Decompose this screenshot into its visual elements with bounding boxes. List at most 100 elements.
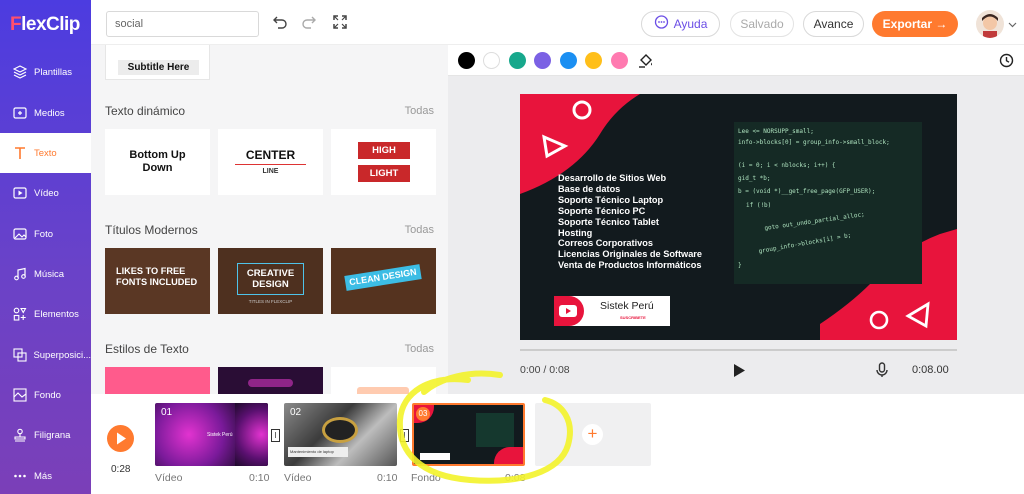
redo-icon[interactable]	[301, 14, 317, 30]
sidebar-item-label: Filigrana	[34, 429, 71, 441]
color-swatch-yellow[interactable]	[585, 52, 602, 69]
sidebar-item-elementos[interactable]: Elementos	[0, 294, 91, 334]
sidebar-item-mas[interactable]: Más	[0, 456, 91, 494]
divider	[235, 164, 306, 165]
preview-area: Lee <= NORSUPP_small; info->blocks[0] = …	[448, 45, 1024, 394]
watermark-icon	[12, 427, 28, 443]
clip-thumbnail-decoration	[235, 403, 268, 466]
avatar[interactable]	[976, 10, 1004, 38]
sidebar-item-superposicion[interactable]: Superposici...	[0, 335, 91, 375]
sidebar-item-texto[interactable]: Texto	[0, 133, 91, 173]
play-icon[interactable]	[732, 363, 746, 381]
code-line: (i = 0; i < nblocks; i++) {	[738, 162, 836, 169]
sidebar-item-video[interactable]: Vídeo	[0, 173, 91, 213]
top-toolbar: social Ayuda Salvado Avance Exportar →	[91, 0, 1024, 45]
template-bottom-up-down[interactable]: Bottom Up Down	[105, 129, 210, 195]
clip-thumbnail-text: Sistek Perú	[207, 432, 233, 438]
background-icon	[12, 387, 28, 403]
clock-icon[interactable]	[999, 53, 1014, 71]
video-preview[interactable]: Lee <= NORSUPP_small; info->blocks[0] = …	[520, 94, 957, 340]
elements-icon	[12, 306, 28, 322]
microphone-icon[interactable]	[876, 362, 888, 381]
template-style-orange[interactable]	[331, 367, 436, 394]
template-high-light[interactable]: HIGH LIGHT	[331, 129, 436, 195]
sidebar-item-fondo[interactable]: Fondo	[0, 375, 91, 415]
advance-button[interactable]: Avance	[803, 11, 864, 37]
sidebar-item-medios[interactable]: Medios	[0, 93, 91, 133]
section-title-dynamic: Texto dinámico	[105, 104, 186, 118]
template-clean-design[interactable]: CLEAN DESIGN	[331, 248, 436, 314]
orange-style-preview	[357, 387, 409, 394]
help-button[interactable]: Ayuda	[641, 11, 720, 37]
see-all-modern-link[interactable]: Todas	[405, 224, 434, 236]
color-swatch-blue[interactable]	[560, 52, 577, 69]
template-text: Bottom Up Down	[129, 149, 186, 174]
template-text: CENTER	[245, 148, 296, 162]
sidebar-item-label: Más	[34, 470, 52, 482]
color-swatch-purple[interactable]	[534, 52, 551, 69]
see-all-styles-link[interactable]: Todas	[405, 343, 434, 355]
sidebar-item-foto[interactable]: Foto	[0, 214, 91, 254]
total-duration: 0:28	[111, 464, 131, 475]
chevron-down-icon[interactable]	[1008, 18, 1017, 32]
export-button[interactable]: Exportar →	[872, 11, 958, 37]
clip-duration: 0:10	[249, 472, 270, 484]
color-swatch-teal[interactable]	[509, 52, 526, 69]
help-label: Ayuda	[673, 17, 708, 31]
see-all-dynamic-link[interactable]: Todas	[405, 105, 434, 117]
color-toolbar	[448, 45, 1024, 76]
template-likes-to-free[interactable]: LIKES TO FREE FONTS INCLUDED	[105, 248, 210, 314]
flexclip-editor: FlexClip Plantillas Medios Texto Vídeo F…	[0, 0, 1024, 494]
service-line: Soporte Técnico PC	[558, 205, 646, 216]
clip-thumbnail-text: Mantenimiento de laptop	[288, 447, 348, 457]
search-input[interactable]: social	[106, 11, 259, 37]
play-icon	[117, 432, 126, 445]
template-subtext: LINE	[262, 168, 279, 175]
template-style-neon[interactable]	[218, 367, 323, 394]
add-clip-button[interactable]: +	[535, 403, 651, 466]
service-line: Correos Corporativos	[558, 238, 653, 249]
sidebar-item-musica[interactable]: Música	[0, 254, 91, 294]
subtitle-template-card[interactable]: Subtitle Here	[105, 45, 210, 80]
template-center-line[interactable]: CENTER LINE	[218, 129, 323, 195]
service-line: Desarrollo de Sitios Web	[558, 173, 667, 183]
template-text: HIGH	[358, 142, 410, 159]
text-icon	[12, 145, 28, 161]
progress-bar[interactable]	[520, 349, 957, 351]
more-icon	[12, 468, 28, 484]
sidebar-item-label: Texto	[34, 147, 57, 159]
sidebar-item-plantillas[interactable]: Plantillas	[0, 52, 91, 92]
clip-thumbnail-decoration	[420, 453, 450, 460]
code-line: b = (void *)__get_free_page(GFP_USER);	[738, 188, 876, 195]
transition-button-1[interactable]: I	[271, 429, 280, 442]
template-creative-design[interactable]: CREATIVE DESIGN TITLES IN FLEXCLIP	[218, 248, 323, 314]
section-title-text-styles: Estilos de Texto	[105, 342, 189, 356]
sidebar-item-filigrana[interactable]: Filigrana	[0, 415, 91, 455]
timeline-clip-3[interactable]: 03	[412, 403, 525, 466]
timeline-clip-2[interactable]: Mantenimiento de laptop 02	[284, 403, 397, 466]
player-controls: 0:00 / 0:08 0:08.00	[520, 349, 957, 389]
photo-icon	[12, 226, 28, 242]
sidebar-item-label: Superposici...	[33, 349, 91, 361]
fullscreen-icon[interactable]	[332, 14, 348, 30]
clip-type-label: Fondo	[411, 472, 441, 484]
color-swatch-pink[interactable]	[611, 52, 628, 69]
color-swatch-black[interactable]	[458, 52, 475, 69]
template-text: LIKES TO FREE FONTS INCLUDED	[116, 266, 198, 287]
service-line: Soporte Técnico Laptop	[558, 194, 664, 205]
paint-bucket-icon[interactable]	[638, 53, 654, 72]
duration-time: 0:08.00	[912, 364, 949, 376]
sidebar-item-label: Foto	[34, 228, 54, 240]
transition-button-2[interactable]: I	[400, 429, 409, 442]
flexclip-logo[interactable]: FlexClip	[10, 14, 80, 36]
timeline-clip-1[interactable]: Sistek Perú 01	[155, 403, 268, 466]
service-line: Soporte Técnico Tablet	[558, 216, 659, 227]
undo-icon[interactable]	[272, 14, 288, 30]
template-style-pink[interactable]	[105, 367, 210, 394]
clip-duration: 0:08	[505, 472, 526, 484]
sidebar: FlexClip Plantillas Medios Texto Vídeo F…	[0, 0, 91, 494]
brand-name: Sistek Perú	[600, 300, 654, 312]
template-text: LIGHT	[358, 165, 410, 182]
timeline-play-button[interactable]	[107, 425, 134, 452]
color-swatch-white[interactable]	[483, 52, 500, 69]
